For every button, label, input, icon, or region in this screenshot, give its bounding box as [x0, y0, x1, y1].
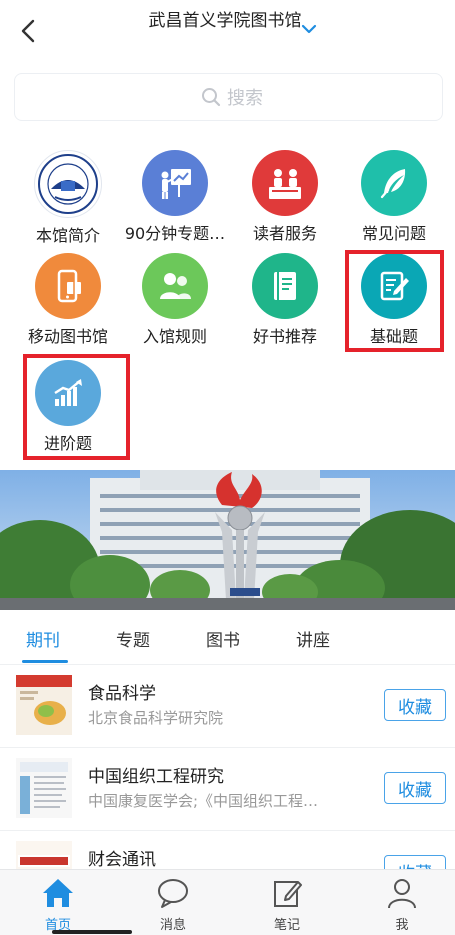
active-tab-indicator [22, 660, 68, 663]
reader-service-icon [252, 150, 318, 216]
list-item[interactable]: 食品科学 北京食品科学研究院 收藏 [0, 665, 455, 748]
users-icon [142, 253, 208, 319]
tab-topics[interactable]: 专题 [116, 626, 150, 651]
grid-item-library-intro[interactable]: 本馆简介 [13, 150, 123, 245]
category-tabs: 期刊 专题 图书 讲座 [0, 612, 455, 665]
library-banner-image[interactable] [0, 470, 455, 610]
home-icon [41, 876, 75, 910]
search-placeholder: 搜索 [227, 88, 263, 109]
user-icon [385, 876, 419, 910]
favorite-button[interactable]: 收藏 [384, 689, 446, 721]
list-item[interactable]: 中国组织工程研究 中国康复医学会;《中国组织工程… 收藏 [0, 748, 455, 831]
grid-item-reader-service[interactable]: 读者服务 [230, 150, 340, 243]
library-emblem-icon [34, 150, 102, 218]
bottom-navigation: 首页 消息 笔记 我 [0, 869, 455, 935]
back-arrow-icon[interactable] [18, 18, 40, 44]
search-icon [202, 88, 221, 107]
tab-lectures[interactable]: 讲座 [296, 626, 330, 651]
favorite-button[interactable]: 收藏 [384, 772, 446, 804]
tab-journals[interactable]: 期刊 [26, 626, 60, 651]
journal-publisher: 北京食品科学研究院 [88, 709, 224, 727]
nav-profile[interactable]: 我 [367, 876, 437, 933]
journal-title: 财会通讯 [88, 850, 156, 870]
journal-title: 中国组织工程研究 [88, 767, 224, 787]
chevron-down-icon[interactable] [300, 22, 318, 36]
mobile-library-icon [35, 253, 101, 319]
highlight-box-basic [345, 250, 444, 352]
search-input[interactable]: 搜索 [14, 73, 443, 121]
grid-item-90min-topic[interactable]: 90分钟专题… [120, 150, 230, 243]
tab-books[interactable]: 图书 [206, 626, 240, 651]
presentation-icon [142, 150, 208, 216]
nav-notes[interactable]: 笔记 [252, 876, 322, 933]
grid-item-faq[interactable]: 常见问题 [339, 150, 449, 243]
grid-item-mobile-library[interactable]: 移动图书馆 [13, 253, 123, 346]
nav-label: 我 [395, 918, 409, 933]
nav-label: 笔记 [273, 918, 300, 933]
grid-label: 移动图书馆 [27, 327, 108, 346]
grid-label: 读者服务 [252, 224, 317, 243]
app-header: 武昌首义学院图书馆 [0, 0, 455, 66]
note-icon [270, 876, 304, 910]
grid-item-entry-rules[interactable]: 入馆规则 [120, 253, 230, 346]
grid-label: 好书推荐 [252, 327, 317, 346]
nav-messages[interactable]: 消息 [138, 876, 208, 933]
journal-title: 食品科学 [88, 684, 156, 704]
nav-home[interactable]: 首页 [23, 876, 93, 933]
highlight-box-advanced [23, 354, 130, 460]
journal-cover-image [16, 758, 72, 818]
page-title: 武昌首义学院图书馆 [148, 11, 302, 31]
nav-label: 消息 [159, 918, 186, 933]
journal-publisher: 中国康复医学会;《中国组织工程… [88, 792, 319, 810]
grid-label: 本馆简介 [35, 226, 100, 245]
journal-cover-image [16, 675, 72, 735]
grid-label: 90分钟专题… [124, 224, 226, 243]
grid-item-book-recommend[interactable]: 好书推荐 [230, 253, 340, 346]
home-indicator-bar [52, 930, 132, 934]
book-icon [252, 253, 318, 319]
grid-label: 常见问题 [361, 224, 426, 243]
feather-icon [361, 150, 427, 216]
grid-label: 入馆规则 [142, 327, 207, 346]
message-icon [156, 876, 190, 910]
